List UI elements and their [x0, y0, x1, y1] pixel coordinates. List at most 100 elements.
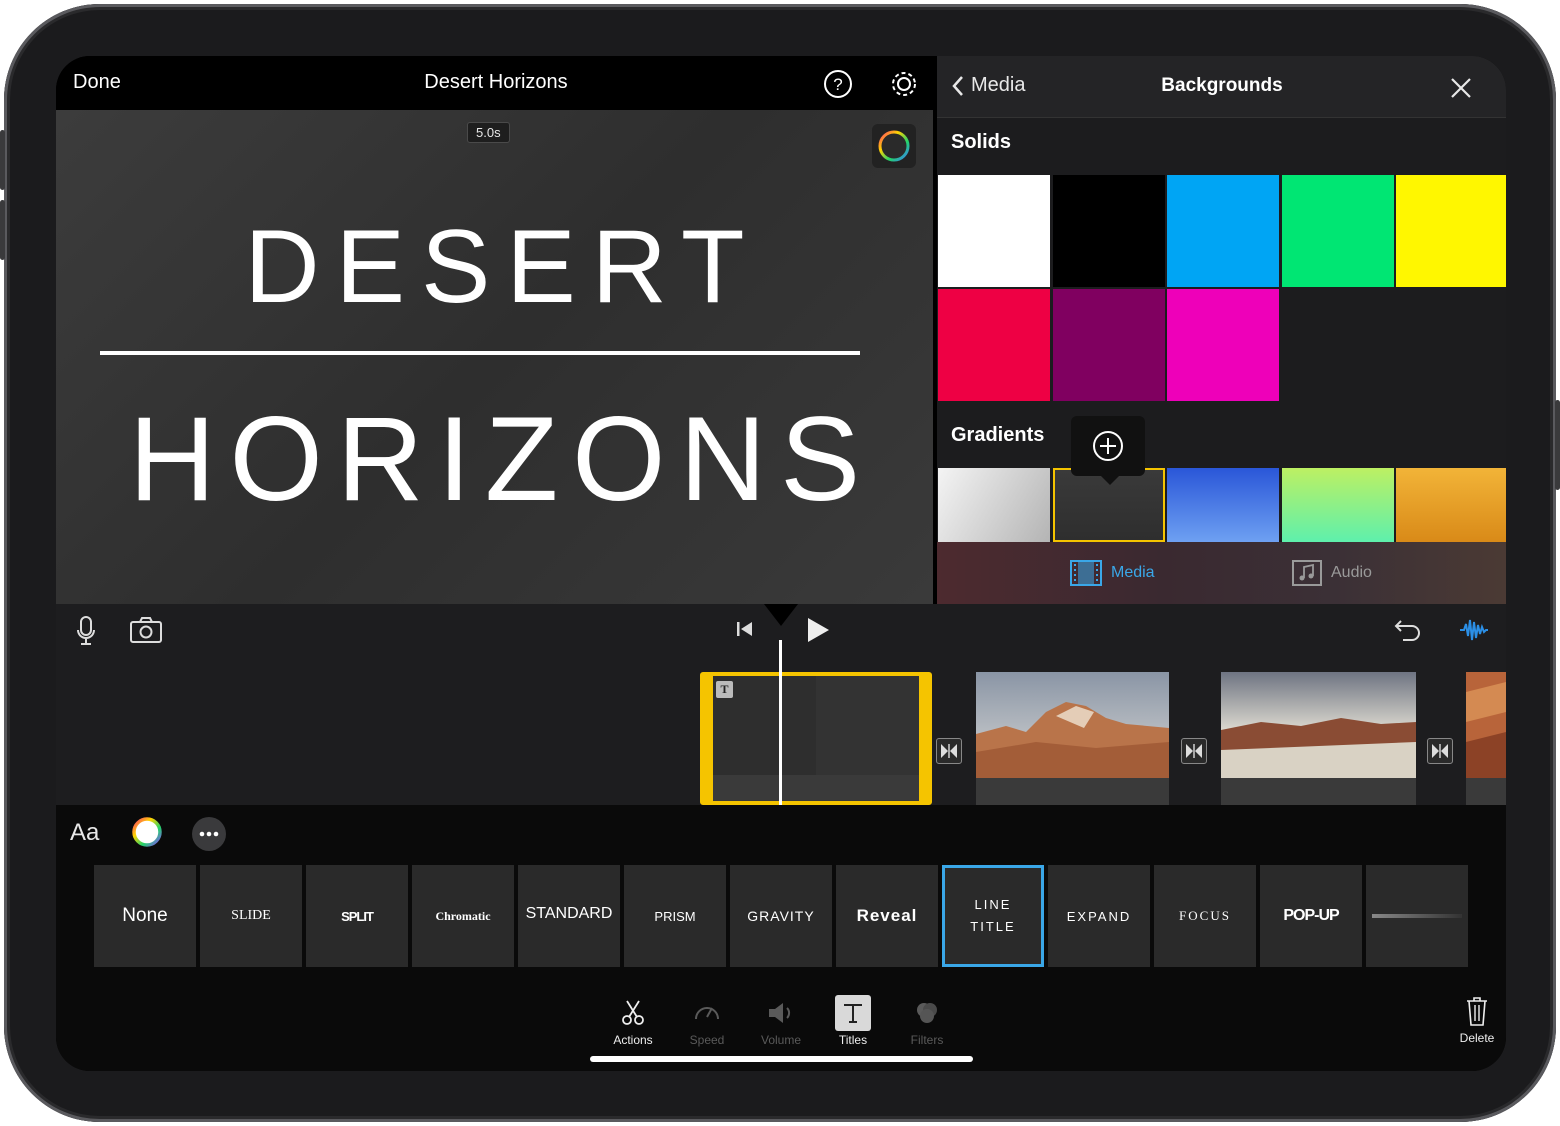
titles-inspector: Aa None SLIDE SPLIT Chromatic STANDARD P… [56, 805, 1506, 1071]
filters-icon [917, 1003, 937, 1023]
speed-label: Speed [689, 1033, 725, 1047]
volume-down-hw-button [0, 200, 5, 260]
title-style-label: PRISM [654, 908, 696, 924]
delete-label: Delete [1459, 1031, 1495, 1045]
gradient-swatch[interactable] [1167, 468, 1279, 542]
solid-swatch[interactable] [1167, 289, 1279, 401]
solid-swatch[interactable] [938, 175, 1050, 287]
solid-swatch[interactable] [938, 289, 1050, 401]
title-style-expand[interactable]: EXPAND [1048, 865, 1150, 967]
tab-media[interactable]: Media [1069, 558, 1155, 588]
gradient-swatch[interactable] [1396, 468, 1506, 542]
back-to-media-button[interactable]: Media [951, 74, 1025, 97]
done-button[interactable]: Done [73, 71, 121, 94]
clip-audio-strip [713, 775, 919, 801]
playhead-line [779, 640, 782, 805]
solid-swatch[interactable] [1167, 175, 1279, 287]
ellipsis-icon[interactable] [192, 817, 226, 851]
back-label: Media [971, 74, 1026, 96]
title-style-label: EXPAND [1066, 908, 1132, 924]
speed-tool: Speed [671, 993, 743, 1047]
color-wheel-icon[interactable] [872, 124, 916, 168]
tab-audio-label: Audio [1331, 564, 1372, 581]
panel-title: Backgrounds [1161, 75, 1283, 96]
title-text-line-1: DESERT [244, 209, 761, 325]
title-style-label: POP-UP [1283, 907, 1339, 924]
add-background-popover[interactable] [1071, 416, 1145, 485]
title-style-line-title[interactable]: LINE TITLE [942, 865, 1044, 967]
title-style-reveal[interactable]: Reveal [836, 865, 938, 967]
tab-audio[interactable]: Audio [1291, 558, 1372, 588]
title-style-label: STANDARD [525, 905, 613, 922]
tab-media-label: Media [1111, 564, 1155, 581]
play-icon[interactable] [802, 614, 834, 646]
titles-label: Titles [838, 1033, 868, 1047]
actions-tool[interactable]: Actions [597, 993, 669, 1047]
titles-tool[interactable]: Titles [817, 993, 889, 1047]
title-style-gravity[interactable]: GRAVITY [730, 865, 832, 967]
title-clip-selected[interactable]: T [700, 672, 932, 805]
question-circle-icon[interactable]: ? [822, 68, 854, 100]
title-style-prism[interactable]: PRISM [624, 865, 726, 967]
actions-label: Actions [613, 1033, 653, 1047]
clip-duration-badge: 5.0s [467, 122, 510, 143]
clip-audio-strip [976, 778, 1169, 805]
title-style-split[interactable]: SPLIT [306, 865, 408, 967]
chevron-left-icon [952, 75, 963, 96]
filters-label: Filters [910, 1033, 944, 1047]
volume-tool: Volume [745, 993, 817, 1047]
top-bar: Done Desert Horizons ? [56, 56, 933, 110]
style-preview-line [1372, 914, 1462, 918]
clip-audio-strip [1466, 778, 1506, 805]
video-viewer[interactable]: 5.0s DESERT HORIZONS [56, 110, 933, 604]
gradient-swatch[interactable] [938, 468, 1050, 542]
title-style-focus[interactable]: FOCUS [1154, 865, 1256, 967]
backgrounds-panel: Media Backgrounds Solids Gradients Media… [937, 56, 1506, 604]
music-note-icon [1292, 560, 1322, 586]
transition-icon[interactable] [1427, 738, 1453, 764]
transition-icon[interactable] [1181, 738, 1207, 764]
title-clip-t-icon: T [716, 681, 733, 698]
title-style-chromatic[interactable]: Chromatic [412, 865, 514, 967]
volume-label: Volume [760, 1033, 802, 1047]
speaker-icon [769, 1003, 791, 1023]
camera-icon[interactable] [128, 614, 164, 646]
title-style-label: Chromatic [435, 908, 491, 923]
speedometer-icon [695, 1007, 719, 1020]
font-button[interactable]: Aa [70, 819, 99, 847]
skip-to-start-icon[interactable] [732, 616, 758, 642]
title-style-slide[interactable]: SLIDE [200, 865, 302, 967]
title-style-label: Reveal [856, 906, 918, 925]
trash-icon [1467, 997, 1487, 1026]
title-style-label: SPLIT [341, 908, 374, 924]
delete-button[interactable]: Delete [1441, 991, 1506, 1045]
transition-icon[interactable] [936, 738, 962, 764]
plus-circle-icon [1093, 431, 1123, 461]
close-icon[interactable] [1447, 74, 1475, 102]
panel-header: Media Backgrounds [937, 56, 1506, 118]
home-indicator[interactable] [590, 1056, 973, 1062]
solid-swatch[interactable] [1396, 175, 1506, 287]
solid-swatch[interactable] [1052, 175, 1165, 287]
video-clip-desert-3[interactable] [1466, 672, 1506, 778]
solids-heading: Solids [951, 131, 1012, 153]
color-ring-icon[interactable] [130, 815, 164, 849]
video-clip-desert-1[interactable] [976, 672, 1169, 778]
gradient-swatch[interactable] [1281, 468, 1394, 542]
microphone-icon[interactable] [72, 614, 100, 648]
title-style-none[interactable]: None [94, 865, 196, 967]
title-divider-line [100, 351, 860, 355]
solid-swatch[interactable] [1052, 289, 1165, 401]
video-clip-desert-2[interactable] [1221, 672, 1416, 778]
ipad-screen: Done Desert Horizons ? 5.0s DESERT HORIZ… [56, 56, 1506, 1071]
undo-icon[interactable] [1392, 614, 1424, 646]
audio-waveform-icon[interactable] [1456, 614, 1492, 646]
title-style-pop-up[interactable]: POP-UP [1260, 865, 1362, 967]
solid-swatch[interactable] [1281, 175, 1394, 287]
title-style-more[interactable] [1366, 865, 1468, 967]
title-style-standard[interactable]: STANDARD [518, 865, 620, 967]
filters-tool: Filters [891, 993, 963, 1047]
gear-icon[interactable] [888, 68, 920, 100]
title-style-label: SLIDE [231, 908, 271, 923]
power-hw-button [1555, 400, 1560, 490]
